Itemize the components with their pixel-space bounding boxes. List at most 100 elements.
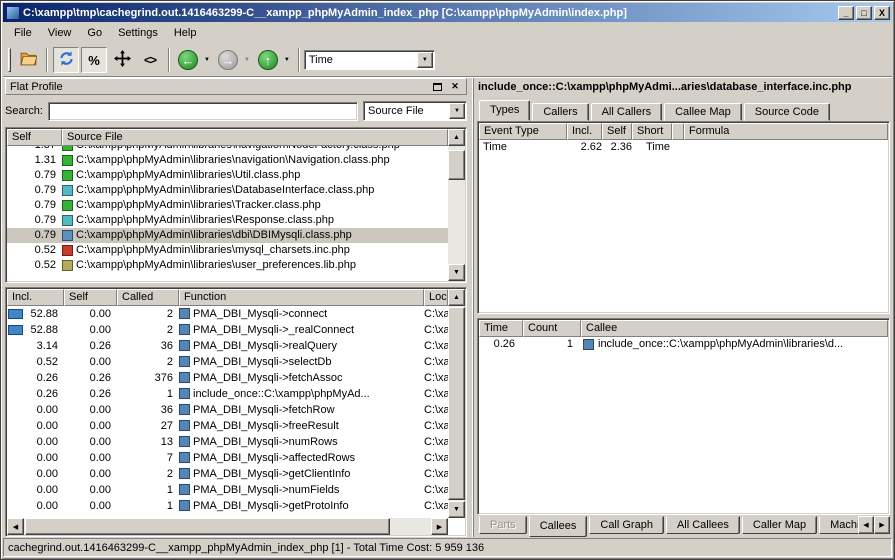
- column-header-location[interactable]: Location: [424, 289, 448, 306]
- toolbar-grip[interactable]: [8, 48, 11, 72]
- window-title: C:\xampp\tmp\cachegrind.out.1416463299-C…: [23, 7, 834, 19]
- tab-all-callees[interactable]: All Callees: [666, 516, 740, 534]
- source-file-row[interactable]: 0.79C:\xampp\phpMyAdmin\libraries\Respon…: [7, 213, 448, 228]
- function-row[interactable]: 3.140.2636PMA_DBI_Mysqli->realQueryC:\xa…: [7, 338, 448, 354]
- source-vertical-scrollbar[interactable]: ▲ ▼: [448, 129, 465, 281]
- dock-move-button[interactable]: [109, 47, 135, 73]
- search-input[interactable]: [48, 102, 358, 121]
- tab-source-code[interactable]: Source Code: [744, 103, 830, 121]
- forward-dropdown-arrow[interactable]: ▼: [244, 57, 250, 63]
- cost-bar-icon: [8, 309, 23, 319]
- function-row[interactable]: 0.000.001PMA_DBI_Mysqli->numFieldsC:\xam…: [7, 482, 448, 498]
- column-header-called[interactable]: Called: [117, 289, 179, 306]
- open-file-button[interactable]: [15, 47, 41, 73]
- tab-all-callers[interactable]: All Callers: [591, 103, 663, 121]
- column-header-source-file[interactable]: Source File: [62, 129, 448, 146]
- tab-callee-map[interactable]: Callee Map: [664, 103, 742, 121]
- function-row[interactable]: 0.000.0013PMA_DBI_Mysqli->numRowsC:\xamp…: [7, 434, 448, 450]
- function-horizontal-scrollbar[interactable]: ◀ ▶: [7, 518, 448, 535]
- back-button[interactable]: ←: [175, 47, 201, 73]
- scroll-up-icon[interactable]: ▲: [448, 289, 465, 306]
- event-type-selector[interactable]: Time ▼: [304, 50, 435, 70]
- scroll-down-icon[interactable]: ▼: [448, 264, 465, 281]
- scroll-thumb[interactable]: [448, 307, 465, 500]
- function-row[interactable]: 0.000.0036PMA_DBI_Mysqli->fetchRowC:\xam…: [7, 402, 448, 418]
- column-header-self[interactable]: Self: [64, 289, 117, 306]
- source-file-row[interactable]: 0.79C:\xampp\phpMyAdmin\libraries\dbi\DB…: [7, 228, 448, 243]
- up-dropdown-arrow[interactable]: ▼: [284, 57, 290, 63]
- reload-button[interactable]: [53, 47, 79, 73]
- selected-item-title: include_once::C:\xampp\phpMyAdmi...aries…: [478, 81, 890, 97]
- function-name: PMA_DBI_Mysqli->connect: [193, 306, 327, 322]
- function-row[interactable]: 0.260.261include_once::C:\xampp\phpMyAd.…: [7, 386, 448, 402]
- column-header-event-type[interactable]: Event Type: [479, 123, 567, 140]
- scroll-down-icon[interactable]: ▼: [448, 501, 465, 518]
- function-row[interactable]: 0.000.0027PMA_DBI_Mysqli->freeResultC:\x…: [7, 418, 448, 434]
- tabs-scroll-right-icon[interactable]: ▶: [874, 516, 890, 534]
- source-file-row[interactable]: 1.31C:\xampp\phpMyAdmin\libraries\naviga…: [7, 153, 448, 168]
- table-row[interactable]: 0.26 1 include_once::C:\xampp\phpMyAdmin…: [479, 337, 888, 352]
- percent-toggle-button[interactable]: %: [81, 47, 107, 73]
- tab-callees[interactable]: Callees: [529, 516, 588, 537]
- function-vertical-scrollbar[interactable]: ▲ ▼: [448, 289, 465, 518]
- minimize-button[interactable]: _: [838, 6, 854, 20]
- maximize-button[interactable]: □: [856, 6, 872, 20]
- dock-title-bar[interactable]: Flat Profile ✕: [5, 78, 467, 95]
- scroll-left-icon[interactable]: ◀: [7, 518, 24, 535]
- tab-callers[interactable]: Callers: [532, 103, 588, 121]
- dock-close-button[interactable]: ✕: [448, 81, 462, 93]
- scroll-thumb[interactable]: [25, 518, 390, 535]
- source-file-icon: [62, 185, 73, 196]
- function-row[interactable]: 0.260.26376PMA_DBI_Mysqli->fetchAssocC:\…: [7, 370, 448, 386]
- column-header-count[interactable]: Count: [523, 320, 581, 337]
- tab-call-graph[interactable]: Call Graph: [589, 516, 664, 534]
- column-header-time[interactable]: Time: [479, 320, 523, 337]
- column-header-callee[interactable]: Callee: [581, 320, 888, 337]
- tab-types[interactable]: Types: [479, 100, 530, 121]
- scroll-up-icon[interactable]: ▲: [448, 129, 465, 146]
- column-header-self[interactable]: Self: [602, 123, 632, 140]
- source-file-row[interactable]: 0.52C:\xampp\phpMyAdmin\libraries\mysql_…: [7, 243, 448, 258]
- menu-item-file[interactable]: File: [7, 25, 39, 41]
- source-file-row[interactable]: 0.79C:\xampp\phpMyAdmin\libraries\Tracke…: [7, 198, 448, 213]
- scroll-thumb[interactable]: [448, 150, 465, 180]
- function-row[interactable]: 0.000.007PMA_DBI_Mysqli->affectedRowsC:\…: [7, 450, 448, 466]
- source-file-row[interactable]: 0.79C:\xampp\phpMyAdmin\libraries\Databa…: [7, 183, 448, 198]
- column-header-function[interactable]: Function: [179, 289, 424, 306]
- source-file-row[interactable]: 0.79C:\xampp\phpMyAdmin\libraries\Util.c…: [7, 168, 448, 183]
- table-row[interactable]: Time 2.62 2.36 Time: [479, 140, 888, 155]
- back-dropdown-arrow[interactable]: ▼: [204, 57, 210, 63]
- function-row[interactable]: 52.880.002PMA_DBI_Mysqli->connectC:\xamp…: [7, 306, 448, 322]
- menu-item-go[interactable]: Go: [80, 25, 109, 41]
- close-button[interactable]: X: [874, 6, 890, 20]
- dock-float-button[interactable]: [430, 81, 444, 93]
- function-row[interactable]: 0.000.001PMA_DBI_Mysqli->getProtoInfoC:\…: [7, 498, 448, 514]
- incl-value: 52.88: [30, 306, 58, 322]
- column-header-self[interactable]: Self: [7, 129, 62, 146]
- function-row[interactable]: 0.000.002PMA_DBI_Mysqli->getClientInfoC:…: [7, 466, 448, 482]
- menu-item-view[interactable]: View: [41, 25, 79, 41]
- column-header-incl[interactable]: Incl.: [567, 123, 602, 140]
- column-header-incl[interactable]: Incl.: [7, 289, 64, 306]
- source-file-row[interactable]: 1.37C:\xampp\phpMyAdmin\libraries\naviga…: [7, 146, 448, 153]
- title-bar[interactable]: C:\xampp\tmp\cachegrind.out.1416463299-C…: [3, 3, 892, 22]
- menu-item-help[interactable]: Help: [167, 25, 204, 41]
- chevron-down-icon[interactable]: ▼: [449, 103, 465, 119]
- forward-button[interactable]: →: [215, 47, 241, 73]
- column-header-short[interactable]: Short: [632, 123, 672, 140]
- scroll-right-icon[interactable]: ▶: [431, 518, 448, 535]
- cycle-detection-button[interactable]: <>: [137, 47, 163, 73]
- tab-caller-map[interactable]: Caller Map: [742, 516, 817, 534]
- function-row[interactable]: 52.880.002PMA_DBI_Mysqli->_realConnectC:…: [7, 322, 448, 338]
- location-cell: C:\xampp\phpMy...: [424, 466, 448, 482]
- column-header-formula[interactable]: Formula: [684, 123, 888, 140]
- function-row[interactable]: 0.520.002PMA_DBI_Mysqli->selectDbC:\xamp…: [7, 354, 448, 370]
- column-header-spacer[interactable]: [672, 123, 684, 140]
- function-icon: [179, 340, 190, 351]
- up-button[interactable]: ↑: [255, 47, 281, 73]
- tabs-scroll-left-icon[interactable]: ◀: [858, 516, 874, 534]
- menu-item-settings[interactable]: Settings: [111, 25, 165, 41]
- source-file-row[interactable]: 0.52C:\xampp\phpMyAdmin\libraries\user_p…: [7, 258, 448, 273]
- group-selector[interactable]: Source File ▼: [363, 101, 467, 121]
- chevron-down-icon[interactable]: ▼: [417, 52, 433, 68]
